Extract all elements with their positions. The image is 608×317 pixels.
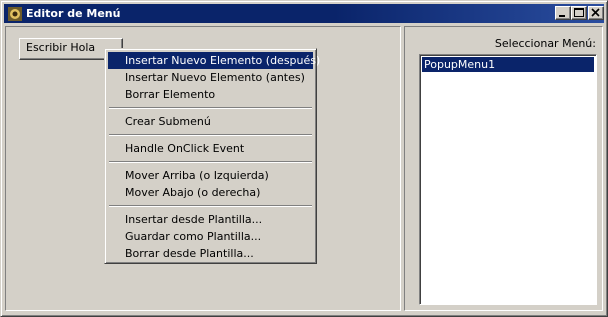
- menu-separator: [109, 161, 312, 163]
- menu-separator: [109, 107, 312, 109]
- menu-item-handle-onclick[interactable]: Handle OnClick Event: [108, 140, 313, 157]
- context-menu: Insertar Nuevo Elemento (después) Insert…: [104, 48, 320, 264]
- menu-item-save-template[interactable]: Guardar como Plantilla...: [108, 228, 313, 245]
- list-item[interactable]: PopupMenu1: [422, 57, 594, 72]
- maximize-icon: [574, 8, 584, 17]
- window-title: Editor de Menú: [26, 7, 121, 20]
- select-menu-label: Seleccionar Menú:: [494, 37, 596, 50]
- maximize-button[interactable]: [571, 6, 587, 20]
- menu-separator: [109, 205, 312, 207]
- app-icon[interactable]: [7, 6, 23, 22]
- menu-listbox[interactable]: PopupMenu1: [419, 54, 597, 305]
- menu-item-insert-after[interactable]: Insertar Nuevo Elemento (después): [108, 52, 320, 69]
- minimize-button[interactable]: [555, 6, 571, 20]
- menu-item-create-submenu[interactable]: Crear Submenú: [108, 113, 313, 130]
- menu-selector-panel: Seleccionar Menú: PopupMenu1: [404, 26, 603, 311]
- menu-separator: [109, 134, 312, 136]
- menu-item-delete[interactable]: Borrar Elemento: [108, 86, 313, 103]
- menu-item-move-down[interactable]: Mover Abajo (o derecha): [108, 184, 313, 201]
- menu-item-insert-template[interactable]: Insertar desde Plantilla...: [108, 211, 313, 228]
- close-button[interactable]: [588, 6, 604, 20]
- close-icon: [591, 8, 600, 17]
- menu-item-move-up[interactable]: Mover Arriba (o Izquierda): [108, 167, 313, 184]
- menu-item-delete-template[interactable]: Borrar desde Plantilla...: [108, 245, 313, 262]
- title-bar[interactable]: Editor de Menú: [4, 4, 604, 23]
- editor-window: Editor de Menú Escribir Hola Seleccionar…: [0, 0, 608, 317]
- minimize-icon: [559, 15, 565, 17]
- menu-item-insert-before[interactable]: Insertar Nuevo Elemento (antes): [108, 69, 313, 86]
